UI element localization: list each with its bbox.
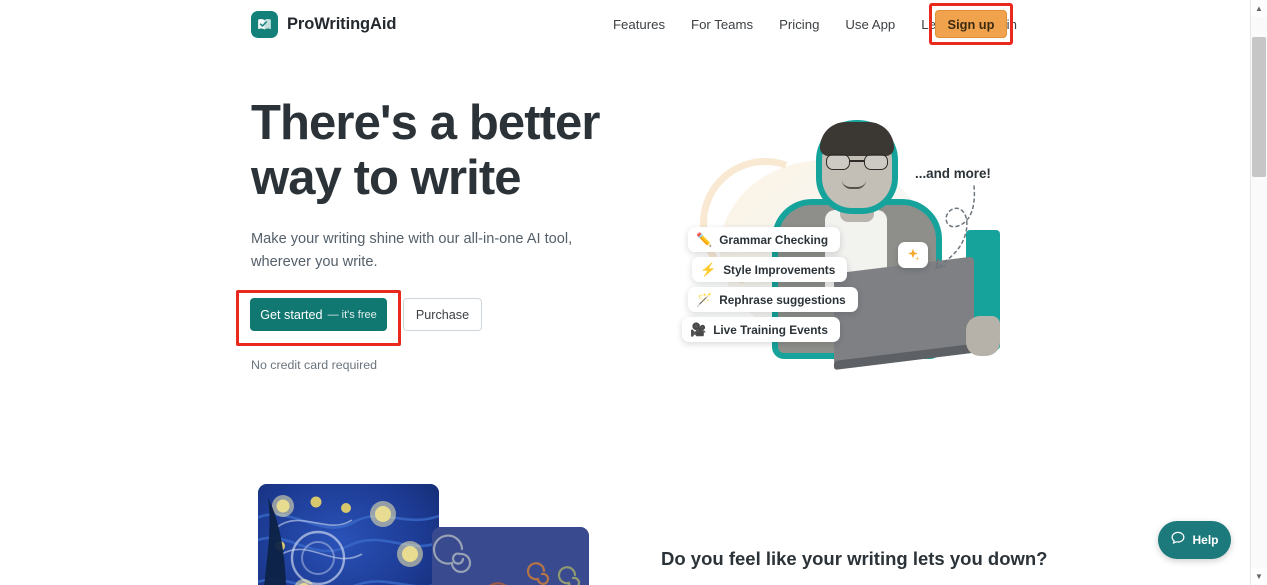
nav-link-pricing[interactable]: Pricing — [766, 11, 832, 38]
magic-wand-icon: 🪄 — [696, 292, 713, 307]
no-credit-card-note: No credit card required — [251, 358, 378, 372]
help-widget-button[interactable]: Help — [1158, 521, 1231, 559]
hero-cta-row: Get started — it's free Purchase — [236, 290, 486, 346]
glasses-icon — [826, 154, 888, 170]
feature-pill-label: Style Improvements — [723, 262, 836, 277]
nav-link-use-app[interactable]: Use App — [832, 11, 908, 38]
scrollbar-thumb[interactable] — [1252, 37, 1266, 177]
feature-pill-label: Rephrase suggestions — [719, 292, 846, 307]
nav-link-for-teams[interactable]: For Teams — [678, 11, 766, 38]
site-header: ProWritingAid Features For Teams Pricing… — [0, 0, 1250, 49]
page-title: There's a better way to write — [251, 96, 600, 205]
person-hand — [966, 316, 1000, 356]
movie-camera-icon: 🎥 — [690, 322, 707, 337]
get-started-label: Get started — [260, 307, 323, 322]
scroll-up-arrow-icon[interactable]: ▲ — [1251, 0, 1267, 17]
blue-swirls-image-card — [432, 527, 589, 585]
scroll-down-arrow-icon[interactable]: ▼ — [1251, 568, 1267, 585]
person-hair — [820, 122, 894, 156]
feature-pill-live-training-events: 🎥 Live Training Events — [682, 317, 840, 342]
hero-copy: There's a better way to write Make your … — [251, 96, 611, 274]
purchase-button[interactable]: Purchase — [403, 298, 482, 331]
get-started-button[interactable]: Get started — it's free — [250, 298, 387, 331]
feature-pill-grammar-checking: ✏️ Grammar Checking — [688, 227, 841, 252]
nav-link-features[interactable]: Features — [600, 11, 678, 38]
section-question-heading: Do you feel like your writing lets you d… — [661, 548, 1048, 569]
book-check-icon — [251, 11, 278, 38]
feature-pill-style-improvements: ⚡ Style Improvements — [692, 257, 848, 282]
get-started-suffix: — it's free — [327, 308, 377, 321]
and-more-label: ...and more! — [915, 166, 991, 181]
chat-bubble-icon — [1170, 530, 1186, 551]
page-scrollbar[interactable]: ▲ ▼ — [1250, 0, 1267, 585]
help-widget-label: Help — [1192, 533, 1219, 547]
sign-up-button[interactable]: Sign up — [935, 10, 1007, 38]
pencil-icon: ✏️ — [696, 232, 713, 247]
scrollbar-track[interactable] — [1251, 17, 1267, 568]
feature-pill-rephrase-suggestions: 🪄 Rephrase suggestions — [688, 287, 858, 312]
brand-name: ProWritingAid — [287, 15, 397, 33]
page-viewport: ProWritingAid Features For Teams Pricing… — [0, 0, 1250, 585]
browser-page: ProWritingAid Features For Teams Pricing… — [0, 0, 1267, 585]
dashed-arrow-icon — [935, 185, 976, 269]
signup-highlight-box: Sign up — [929, 3, 1013, 45]
lightning-bolt-icon: ⚡ — [700, 262, 717, 277]
starry-night-image-card — [258, 484, 439, 585]
brand-logo-link[interactable]: ProWritingAid — [251, 11, 396, 38]
hero-illustration: ✏️ Grammar Checking ⚡ Style Improvements… — [640, 80, 1040, 370]
hero-subtitle: Make your writing shine with our all-in-… — [251, 231, 573, 270]
feature-pill-label: Grammar Checking — [719, 232, 829, 247]
sparkle-icon — [898, 242, 928, 268]
feature-pill-label: Live Training Events — [713, 322, 828, 337]
